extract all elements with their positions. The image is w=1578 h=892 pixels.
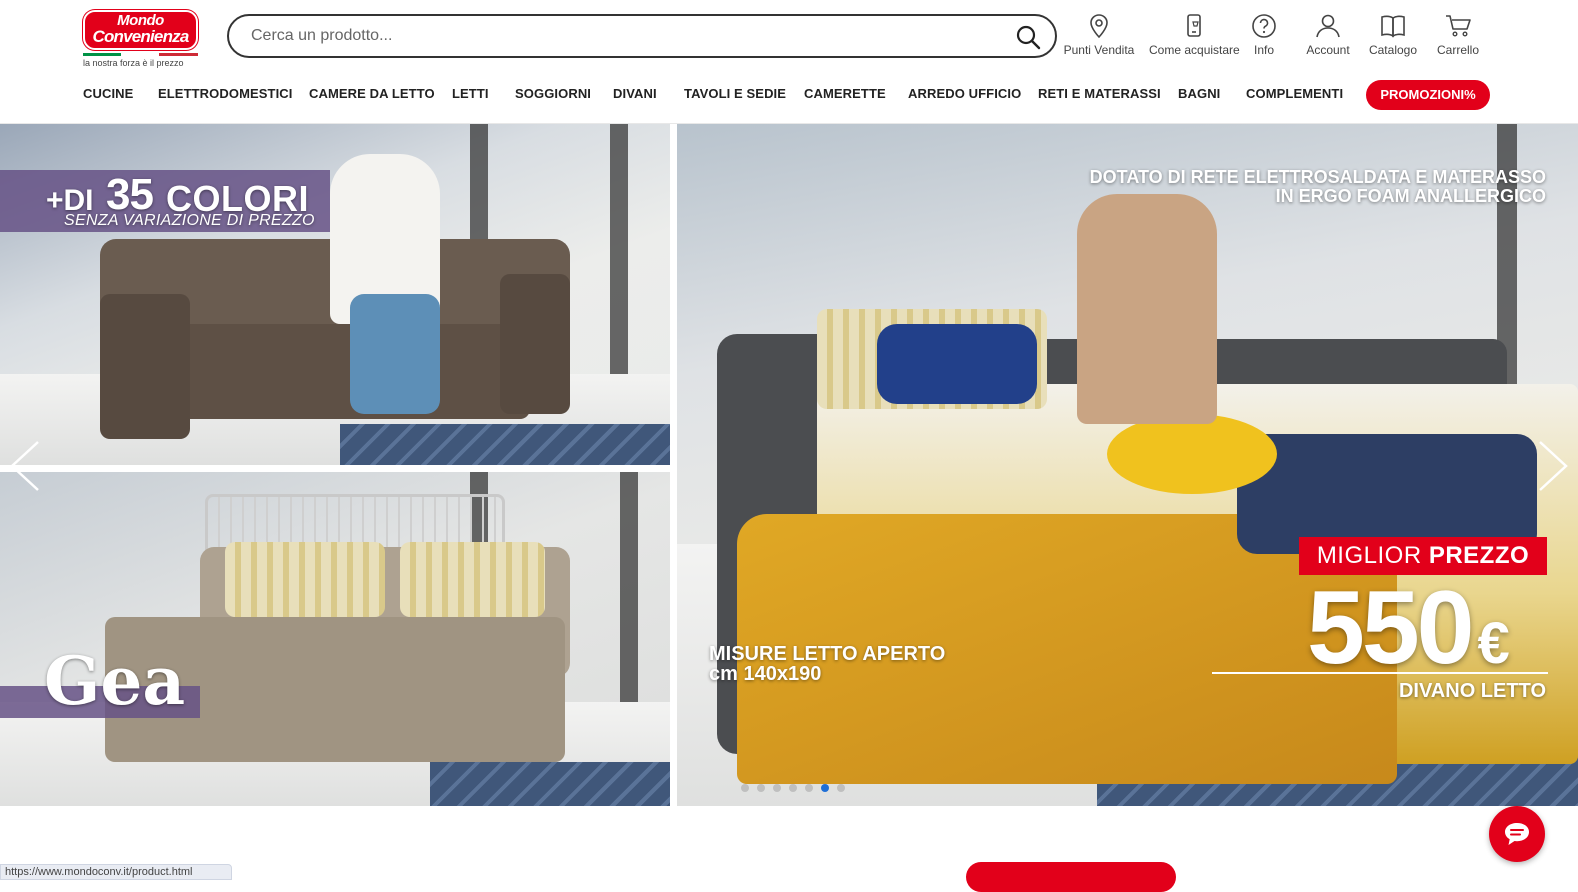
hero-feature-line: DOTATO DI RETE ELETTROSALDATA E MATERASS… xyxy=(1089,167,1546,187)
carousel-dot[interactable] xyxy=(757,784,765,792)
person-figure xyxy=(1077,194,1217,424)
carousel-next-icon[interactable] xyxy=(1532,438,1572,494)
hero-feature-line: IN ERGO FOAM ANALLERGICO xyxy=(1275,186,1546,206)
carousel-dot[interactable] xyxy=(805,784,813,792)
badge-light-text: MIGLIOR xyxy=(1316,542,1422,569)
hero-subtitle: SENZA VARIAZIONE DI PREZZO xyxy=(64,212,315,229)
hero-image-sofa-bed-lifestyle: DOTATO DI RETE ELETTROSALDATA E MATERASS… xyxy=(677,124,1578,806)
promotions-button[interactable]: PROMOZIONI% xyxy=(1366,80,1490,110)
header-nav-carrello[interactable]: Carrello xyxy=(1413,12,1503,57)
help-icon xyxy=(1252,14,1276,38)
search-box xyxy=(227,14,1057,58)
category-elettrodomestici[interactable]: ELETTRODOMESTICI xyxy=(158,86,293,101)
search-input[interactable] xyxy=(251,24,991,48)
section-red-button[interactable] xyxy=(966,862,1176,892)
category-reti-e-materassi[interactable]: RETI E MATERASSI xyxy=(1038,86,1161,101)
hero-price: 550 € xyxy=(1307,569,1510,688)
carousel-dot-active[interactable] xyxy=(821,784,829,792)
sofa-arm xyxy=(500,274,570,414)
map-pin-icon xyxy=(1090,14,1108,39)
person-jeans xyxy=(350,294,440,414)
sofa-seat xyxy=(150,324,530,419)
hero-measure-line: cm 140x190 xyxy=(709,663,822,685)
logo-tagline: la nostra forza è il prezzo xyxy=(83,58,184,68)
pillow xyxy=(877,324,1037,404)
category-camere-da-letto[interactable]: CAMERE DA LETTO xyxy=(309,86,435,101)
pillow xyxy=(1107,414,1277,494)
brand-logo[interactable]: Mondo Convenienza la nostra forza è il p… xyxy=(83,10,199,68)
hero-model-name: Gea xyxy=(44,642,186,720)
category-tavoli-e-sedie[interactable]: TAVOLI E SEDIE xyxy=(684,86,786,101)
price-currency: € xyxy=(1477,611,1510,676)
category-complementi[interactable]: COMPLEMENTI xyxy=(1246,86,1343,101)
hero-measure-text: MISURE LETTO APERTO cm 140x190 xyxy=(709,644,945,684)
badge-bold-text: PREZZO xyxy=(1428,542,1530,569)
category-cucine[interactable]: CUCINE xyxy=(83,86,133,101)
carousel-prev-icon[interactable] xyxy=(6,438,46,494)
header-nav-label: Punti Vendita xyxy=(1063,43,1135,57)
pillow xyxy=(225,542,385,617)
category-nav: CUCINE ELETTRODOMESTICI CAMERE DA LETTO … xyxy=(83,80,1503,110)
chat-icon xyxy=(1505,823,1529,845)
carousel-dot[interactable] xyxy=(789,784,797,792)
blue-throw xyxy=(1237,434,1537,554)
page-content-below-hero xyxy=(0,806,1578,880)
category-bagni[interactable]: BAGNI xyxy=(1178,86,1220,101)
carousel-dot[interactable] xyxy=(773,784,781,792)
chat-button[interactable] xyxy=(1489,806,1545,862)
hero-measure-line: MISURE LETTO APERTO xyxy=(709,643,946,665)
hero-image-sofa-bed-open: Gea xyxy=(0,472,670,806)
browser-status-url: https://www.mondoconv.it/product.html xyxy=(0,864,232,880)
pillow xyxy=(400,542,545,617)
category-letti[interactable]: LETTI xyxy=(452,86,489,101)
user-icon xyxy=(1316,14,1340,38)
header-nav-punti-vendita[interactable]: Punti Vendita xyxy=(1054,12,1144,57)
carousel-dot[interactable] xyxy=(837,784,845,792)
category-arredo-ufficio[interactable]: ARREDO UFFICIO xyxy=(908,86,1021,101)
hero-product-type: DIVANO LETTO xyxy=(1398,680,1546,702)
header-nav-label: Carrello xyxy=(1436,43,1479,57)
hero-image-sofa-closed: +DI 35 COLORI SENZA VARIAZIONE DI PREZZO xyxy=(0,124,670,465)
rug xyxy=(340,424,670,465)
cart-icon xyxy=(1446,15,1471,37)
carousel-dot[interactable] xyxy=(741,784,749,792)
hero-carousel[interactable]: +DI 35 COLORI SENZA VARIAZIONE DI PREZZO… xyxy=(0,124,1578,806)
logo-word-convenienza: Convenienza xyxy=(92,27,189,46)
category-divani[interactable]: DIVANI xyxy=(613,86,657,101)
catalog-book-icon xyxy=(1381,15,1405,38)
price-underline xyxy=(1212,672,1548,674)
sofa-arm xyxy=(100,294,190,439)
category-camerette[interactable]: CAMERETTE xyxy=(804,86,886,101)
logo-italian-flag-stripe xyxy=(83,53,198,56)
phone-cart-icon xyxy=(1187,14,1201,37)
site-header: Mondo Convenienza la nostra forza è il p… xyxy=(0,0,1578,124)
category-soggiorni[interactable]: SOGGIORNI xyxy=(515,86,591,101)
hero-feature-text: DOTATO DI RETE ELETTROSALDATA E MATERASS… xyxy=(1090,168,1546,206)
search-icon[interactable] xyxy=(1015,24,1041,50)
price-value: 550 xyxy=(1307,570,1475,686)
rug xyxy=(430,762,670,806)
